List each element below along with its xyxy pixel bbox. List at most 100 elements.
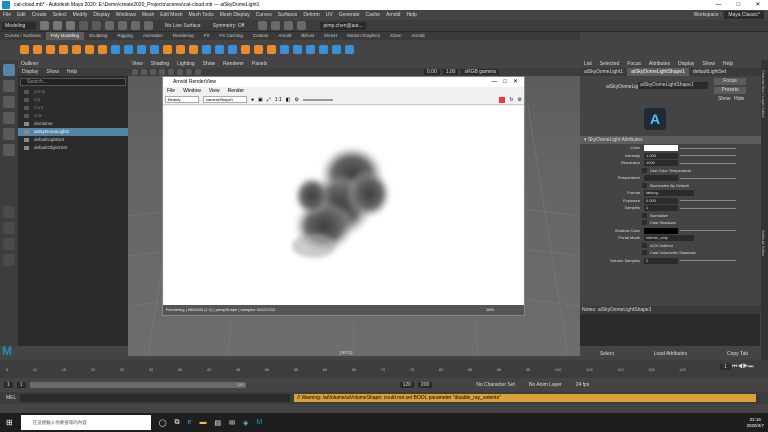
shelf-tool-icon[interactable] [111,44,120,54]
shelf-tool-icon[interactable] [137,44,146,54]
shelf-tool-icon[interactable] [189,44,198,54]
attr-menu-item[interactable]: Display [678,60,694,68]
channel-box-tab[interactable]: Channel Box / Layer Editor [761,70,766,118]
shelf-tab[interactable]: Curves / Surfaces [0,32,46,40]
select-button[interactable]: Select [600,351,614,357]
outliner-menu-item[interactable]: Display [22,68,38,76]
menu-item-display[interactable]: Display [93,12,109,18]
renderview-close-button[interactable]: ✕ [513,77,518,87]
attr-node-tab[interactable]: aiSkyDomeLight1 [580,68,627,76]
attribute-field[interactable]: 1 [644,205,678,211]
shelf-tool-icon[interactable] [293,44,302,54]
menu-item-cache[interactable]: Cache [366,12,380,18]
render-settings-icon[interactable] [284,21,294,30]
attr-menu-item[interactable]: Help [723,60,733,68]
attr-node-tab[interactable]: aiSkyDomeLightShape1 [627,68,689,76]
attribute-checkbox[interactable] [642,167,647,173]
viewport-menu-item[interactable]: View [132,60,143,68]
grid-icon[interactable] [159,69,165,75]
mel-label[interactable]: MEL [6,395,16,401]
shelf-tab[interactable]: FX Caching [214,32,248,40]
menu-item-edit[interactable]: Edit [17,12,26,18]
settings-icon[interactable]: ⚙ [294,97,298,103]
colorspace-dropdown[interactable]: sRGB gamma [461,69,499,75]
menu-item-edit-mesh[interactable]: Edit Mesh [160,12,182,18]
anim-layer-dropdown[interactable]: No Anim Layer [529,382,562,388]
outliner-layout-icon[interactable] [3,254,15,266]
menu-item-curves[interactable]: Curves [256,12,272,18]
shelf-tool-icon[interactable] [72,44,81,54]
attr-menu-item[interactable]: Focus [627,60,641,68]
shelf-tool-icon[interactable] [163,44,172,54]
save-scene-icon[interactable] [66,21,75,30]
attribute-field[interactable]: 0.000 [644,197,678,204]
shelf-tool-icon[interactable] [98,44,107,54]
single-layout-icon[interactable] [3,206,15,218]
menu-item-windows[interactable]: Windows [116,12,136,18]
show-button[interactable]: Show [718,96,731,102]
notes-field[interactable] [580,314,760,346]
menu-item-select[interactable]: Select [53,12,67,18]
rgba-icon[interactable]: ▣ [258,97,263,103]
renderview-menu-item[interactable]: Render [228,87,244,95]
edge-icon[interactable]: e [188,419,192,426]
camera-attr-icon[interactable] [141,69,147,75]
side-tabs[interactable]: Channel Box / Layer Editor Attribute Edi… [761,60,768,360]
attribute-checkbox[interactable] [642,212,647,218]
outliner-item[interactable]: aiVolume [18,120,128,128]
menu-item-mesh-tools[interactable]: Mesh Tools [189,12,214,18]
attribute-checkbox[interactable] [642,250,647,255]
section-header[interactable]: ▾ SkyDomeLight Attributes [580,136,768,144]
viewport-menu-item[interactable]: Panels [252,60,267,68]
attribute-field[interactable]: 1.000 [644,152,678,159]
options-icon[interactable]: ⚙ [518,97,522,103]
shelf-tool-icon[interactable] [254,44,263,54]
store-icon[interactable]: ▤ [214,419,221,427]
taskbar-clock[interactable]: 22:16 2020/4/7 [746,417,764,429]
render-frame-icon[interactable] [258,21,268,30]
shelf-tab[interactable]: Custom [248,32,274,40]
select-by-object-icon[interactable] [118,21,127,30]
outliner-item[interactable]: side [18,112,128,120]
shelf-tool-icon[interactable] [215,44,224,54]
refresh-icon[interactable]: ↻ [509,97,513,103]
menu-item-generate[interactable]: Generate [339,12,360,18]
menu-item-create[interactable]: Create [32,12,47,18]
shelf-tool-icon[interactable] [85,44,94,54]
renderview-maximize-button[interactable]: □ [503,77,507,87]
attribute-field[interactable]: 1000 [644,160,678,166]
current-frame-field[interactable]: 1 [720,364,731,370]
shelf-tool-icon[interactable] [280,44,289,54]
shelf-tool-icon[interactable] [46,44,55,54]
load-attributes-button[interactable]: Load Attributes [654,351,687,357]
outliner-menu-item[interactable]: Help [67,68,77,76]
outliner-search-input[interactable]: Search... [20,78,126,86]
explorer-icon[interactable]: ▬ [199,419,206,426]
focus-button[interactable]: Focus [714,78,746,85]
shelf-tool-icon[interactable] [33,44,42,54]
menu-item-help[interactable]: Help [406,12,416,18]
gamma-field[interactable]: 1.00 [442,69,459,75]
shelf-tab[interactable]: Bifrost [296,32,319,40]
shelf-tab[interactable]: Animation [138,32,168,40]
shelf-tool-icon[interactable] [150,44,159,54]
smooth-shade-icon[interactable] [177,69,183,75]
end-time-field[interactable]: 200 [417,382,433,388]
renderview-menu-item[interactable]: Window [183,87,201,95]
attribute-slider[interactable] [680,177,736,179]
attr-menu-item[interactable]: Attributes [649,60,670,68]
outliner-item[interactable]: aiSkyDomeLight1 [18,128,128,136]
playback-end-field[interactable]: 120 [399,382,414,388]
shelf-tool-icon[interactable] [306,44,315,54]
arnold-renderview-window[interactable]: Arnold RenderView — □ ✕ File Window View Re… [162,76,525,316]
attribute-slider[interactable] [680,147,736,149]
zoom-level[interactable]: 16% [486,305,494,315]
shelf-tab[interactable]: Rigging [113,32,138,40]
time-slider[interactable]: 5 10 15 20 25 30 35 40 45 50 55 60 65 70 75 80 85 90 95 100… [0,360,768,378]
render-stop-button[interactable] [499,96,506,103]
presets-button[interactable]: Presets [714,87,746,94]
redo-icon[interactable] [92,21,101,30]
shelf-tab[interactable]: Motion Graphics [342,32,385,40]
shelf-tab[interactable]: Poly Modeling [45,32,85,40]
shelf-tab[interactable]: XGen [385,32,407,40]
